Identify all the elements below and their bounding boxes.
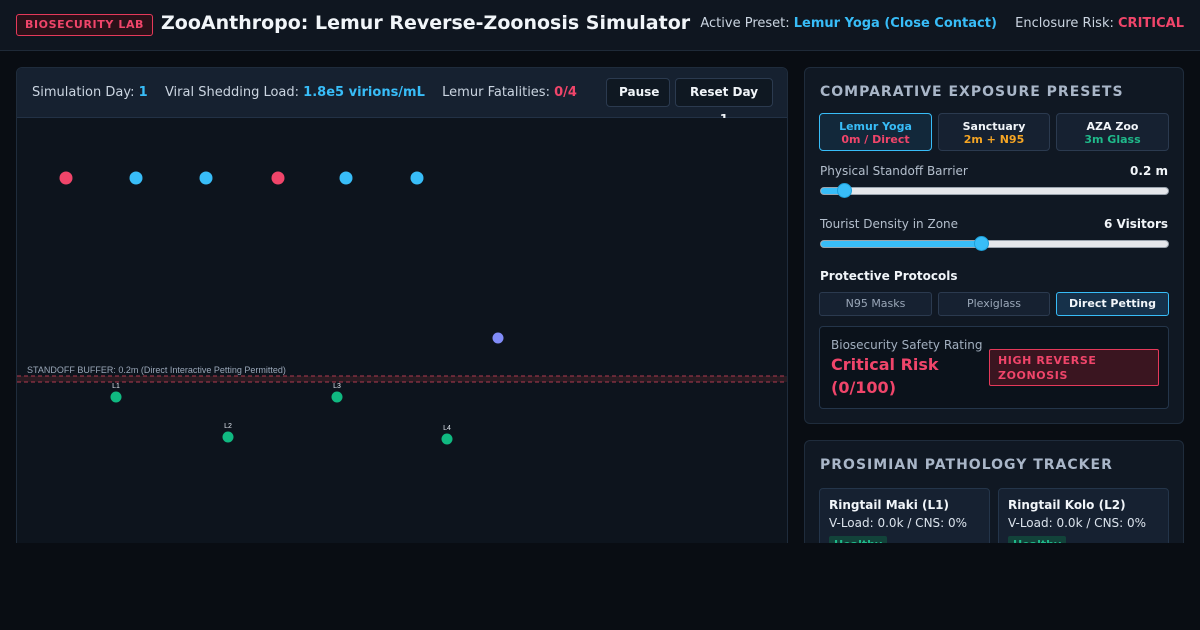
app-title: ZooAnthropo: Lemur Reverse-Zoonosis Simu… xyxy=(161,12,691,34)
standoff-buffer-label: STANDOFF BUFFER: 0.2m (Direct Interactiv… xyxy=(27,365,286,375)
tourist-density-value: 6 Visitors xyxy=(1103,217,1168,231)
lemur-dot xyxy=(110,391,122,403)
visitor-dot xyxy=(492,332,504,344)
preset-detail: 2m + N95 xyxy=(963,133,1025,146)
preset-detail: 3m Glass xyxy=(1084,133,1141,146)
lemur-fatalities-value: 0/4 xyxy=(554,85,577,100)
standoff-buffer-zone xyxy=(17,376,787,382)
visitor-dot xyxy=(410,171,424,185)
simulation-toolbar: Simulation Day: 1 Viral Shedding Load: 1… xyxy=(17,68,787,126)
visitor-dot xyxy=(271,171,285,185)
lemur-dot xyxy=(441,433,453,445)
protective-protocols-label: Protective Protocols xyxy=(820,269,958,283)
preset-name: AZA Zoo xyxy=(1086,120,1139,133)
viral-shedding-label: Viral Shedding Load: xyxy=(164,85,300,100)
enclosure-risk-value: CRITICAL xyxy=(1118,16,1184,31)
visitor-dot xyxy=(129,171,143,185)
reset-day-button[interactable]: Reset Day 1 xyxy=(675,78,773,126)
lemur-dot xyxy=(222,431,234,443)
standoff-barrier-value: 0.2 m xyxy=(1130,164,1168,178)
lemur-name: Ringtail Kolo (L2) xyxy=(1008,498,1126,512)
simulation-stats: Simulation Day: 1 Viral Shedding Load: 1… xyxy=(32,85,577,100)
active-preset-value: Lemur Yoga (Close Contact) xyxy=(793,16,997,31)
reverse-zoonosis-badge: HIGH REVERSE ZOONOSIS xyxy=(989,349,1159,386)
lemur-vitals: V-Load: 0.0k / CNS: 0% xyxy=(829,516,968,530)
enclosure-canvas: STANDOFF BUFFER: 0.2m (Direct Interactiv… xyxy=(17,118,787,566)
standoff-barrier-label: Physical Standoff Barrier xyxy=(820,164,968,178)
simulation-day-value: 1 xyxy=(138,85,148,100)
preset-aza-zoo-button[interactable]: AZA Zoo 3m Glass xyxy=(1056,113,1169,151)
safety-rating-value: Critical Risk (0/100) xyxy=(831,355,939,397)
preset-sanctuary-button[interactable]: Sanctuary 2m + N95 xyxy=(938,113,1050,151)
tourist-density-slider[interactable] xyxy=(820,240,1169,248)
viewport-cutoff xyxy=(0,543,1200,630)
standoff-slider-thumb[interactable] xyxy=(836,183,852,198)
simulation-panel: Simulation Day: 1 Viral Shedding Load: 1… xyxy=(16,67,788,567)
lemur-label: L1 xyxy=(112,383,120,390)
lemur-label: L4 xyxy=(443,425,451,432)
lemur-label: L3 xyxy=(333,383,341,390)
lemur-dot xyxy=(331,391,343,403)
lemur-name: Ringtail Maki (L1) xyxy=(829,498,949,512)
preset-lemur-yoga-button[interactable]: Lemur Yoga 0m / Direct xyxy=(819,113,932,151)
tracker-title: PROSIMIAN PATHOLOGY TRACKER xyxy=(820,457,1113,473)
lemur-fatalities-label: Lemur Fatalities: xyxy=(442,85,550,100)
protocol-plexiglass-button[interactable]: Plexiglass xyxy=(938,292,1050,316)
protocol-direct-petting-button[interactable]: Direct Petting xyxy=(1056,292,1169,316)
active-preset-label: Active Preset: xyxy=(700,16,790,31)
viral-shedding-value: 1.8e5 virions/mL xyxy=(303,85,425,100)
preset-name: Sanctuary xyxy=(962,120,1026,133)
presets-title: COMPARATIVE EXPOSURE PRESETS xyxy=(820,84,1124,100)
preset-detail: 0m / Direct xyxy=(841,133,910,146)
exposure-presets-card: COMPARATIVE EXPOSURE PRESETS Lemur Yoga … xyxy=(804,67,1184,424)
safety-rating-box: Biosecurity Safety Rating Critical Risk … xyxy=(819,326,1169,409)
app-header: BIOSECURITY LAB ZooAnthropo: Lemur Rever… xyxy=(0,0,1200,51)
enclosure-risk-label: Enclosure Risk: xyxy=(1015,16,1114,31)
simulation-day-label: Simulation Day: xyxy=(32,85,135,100)
header-status: Active Preset: Lemur Yoga (Close Contact… xyxy=(700,16,1184,31)
tourist-density-label: Tourist Density in Zone xyxy=(820,217,959,231)
lemur-label: L2 xyxy=(224,423,232,430)
lemur-vitals: V-Load: 0.0k / CNS: 0% xyxy=(1008,516,1147,530)
density-slider-thumb[interactable] xyxy=(973,236,989,251)
visitor-dot xyxy=(339,171,353,185)
safety-rating-label: Biosecurity Safety Rating xyxy=(831,338,983,352)
pause-button[interactable]: Pause xyxy=(606,78,670,107)
visitor-dot xyxy=(199,171,213,185)
standoff-barrier-slider[interactable] xyxy=(820,187,1169,195)
protocol-n95-masks-button[interactable]: N95 Masks xyxy=(819,292,932,316)
enclosure-background xyxy=(17,118,787,566)
density-slider-fill xyxy=(821,241,982,247)
preset-name: Lemur Yoga xyxy=(839,120,912,133)
visitor-dot xyxy=(59,171,73,185)
biosecurity-lab-badge: BIOSECURITY LAB xyxy=(16,14,154,36)
